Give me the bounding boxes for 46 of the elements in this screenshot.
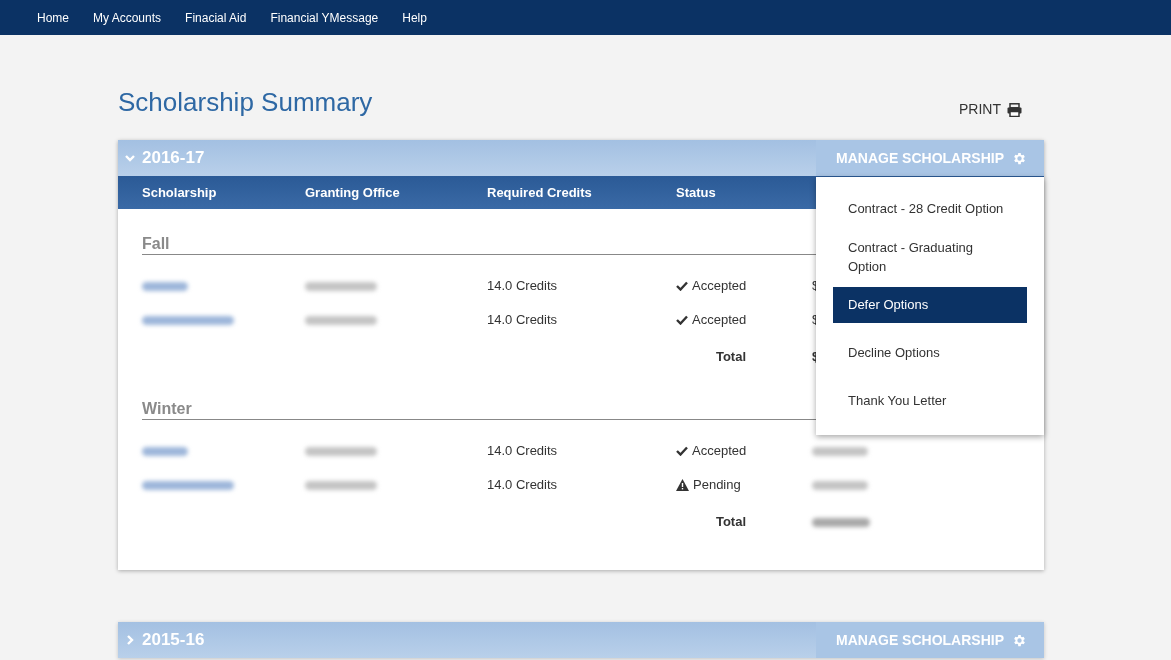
check-icon	[676, 281, 688, 291]
printer-icon	[1007, 102, 1022, 117]
credits-cell-text: 14.0 Credits	[487, 277, 559, 296]
status-label: Pending	[693, 476, 741, 495]
total-label: Total	[714, 513, 747, 532]
print-button[interactable]: PRINT	[959, 99, 1022, 120]
blurred-text	[305, 446, 377, 456]
gear-icon	[1012, 632, 1027, 648]
blurred-text	[812, 480, 868, 490]
blurred-text	[812, 446, 868, 456]
check-icon	[676, 446, 688, 456]
status-label: Accepted	[692, 311, 747, 330]
menu-item[interactable]: Decline Options	[833, 335, 1027, 371]
menu-item[interactable]: Thank You Letter	[833, 383, 1027, 419]
blurred-text	[812, 517, 870, 527]
credits-cell-text: 14.0 Credits	[487, 476, 559, 495]
gear-icon	[1012, 150, 1027, 166]
term-heading: Fall	[142, 235, 170, 252]
page-title: Scholarship Summary	[118, 86, 373, 119]
nav-link[interactable]: Financial YMessage	[270, 8, 379, 27]
nav-link[interactable]: Finacial Aid	[185, 8, 247, 27]
check-icon	[676, 315, 688, 325]
menu-item[interactable]: Contract - Graduating Option	[833, 239, 1027, 275]
credits-cell-text: 14.0 Credits	[487, 442, 559, 461]
blurred-text	[305, 315, 377, 325]
menu-item[interactable]: Defer Options	[833, 287, 1027, 323]
column-header: Required Credits	[487, 183, 593, 202]
blurred-text	[142, 281, 188, 291]
status-label: Accepted	[692, 277, 747, 296]
column-header: Scholarship	[142, 183, 218, 202]
column-header: Status	[676, 183, 717, 202]
total-label: Total	[714, 348, 747, 367]
column-header: Granting Office	[305, 183, 401, 202]
blurred-text	[142, 446, 188, 456]
term-heading: Winter	[142, 400, 192, 417]
warning-icon	[676, 479, 689, 491]
menu-item[interactable]: Contract - 28 Credit Option	[833, 191, 1027, 227]
year-label: 2016-17	[142, 147, 205, 170]
blurred-text	[305, 281, 377, 291]
credits-cell-text: 14.0 Credits	[487, 311, 559, 330]
nav-link[interactable]: Home	[37, 8, 69, 27]
blurred-text	[305, 480, 377, 490]
nav-link[interactable]: My Accounts	[93, 8, 162, 27]
status-label: Accepted	[692, 442, 747, 461]
year-label: 2015-16	[142, 629, 205, 652]
nav-link[interactable]: Help	[402, 8, 427, 27]
